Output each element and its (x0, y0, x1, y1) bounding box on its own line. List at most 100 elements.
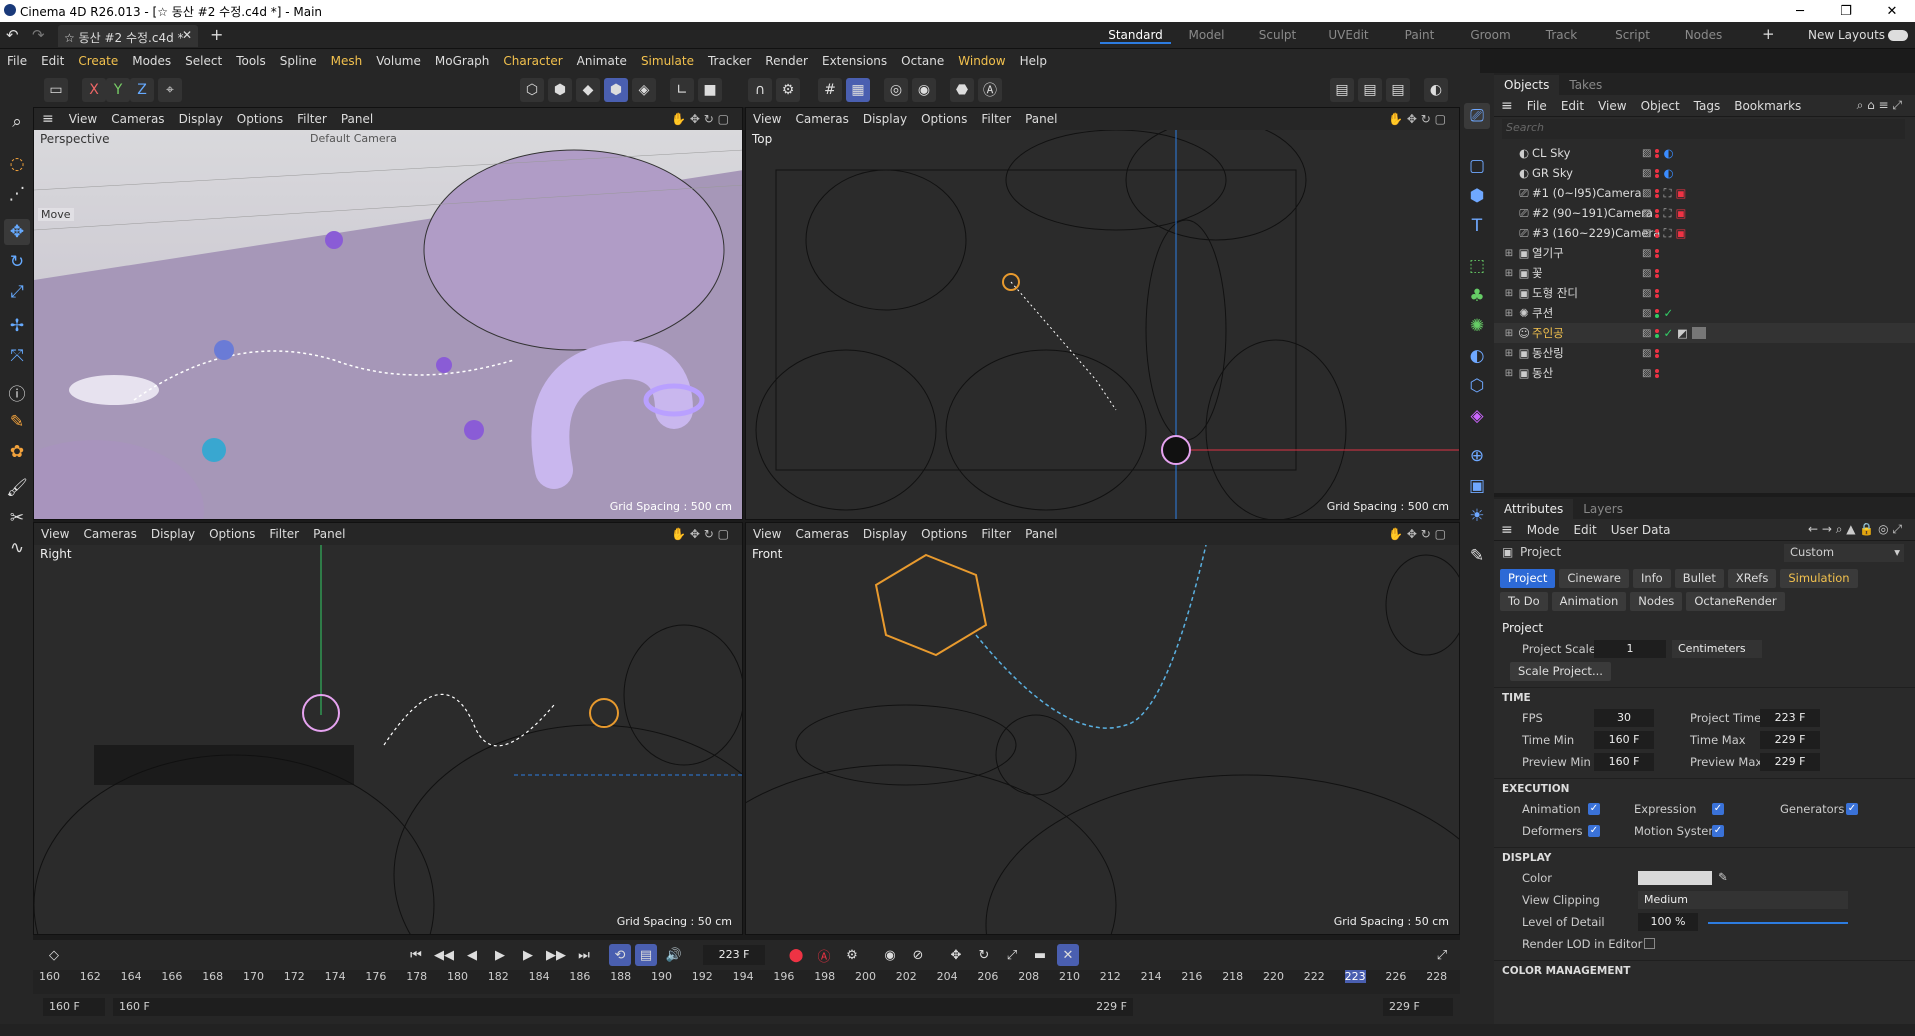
viewport-menu-cameras[interactable]: Cameras (788, 527, 855, 541)
visibility-dots[interactable] (1655, 288, 1660, 298)
axis-mode-icon[interactable]: ∟ (670, 78, 694, 102)
attr-tab-project[interactable]: Project (1500, 569, 1556, 588)
objects-menu-tags[interactable]: Tags (1687, 99, 1728, 113)
layout-tab[interactable]: UVEdit (1313, 26, 1384, 44)
attributes-menu-edit[interactable]: Edit (1566, 523, 1603, 537)
viewport-menu-options[interactable]: Options (202, 527, 262, 541)
layout-tab[interactable]: Paint (1384, 26, 1455, 44)
object-flags[interactable]: ▨ ⛶ ▣ (1642, 186, 1686, 201)
attributes-menu-userdata[interactable]: User Data (1604, 523, 1678, 537)
time-max-field[interactable]: 229 F (1760, 731, 1820, 749)
editor-visibility-dot[interactable] (1655, 188, 1660, 193)
viewport-menu-panel[interactable]: Panel (1018, 527, 1064, 541)
render-visibility-dot[interactable] (1655, 173, 1660, 178)
key-position-icon[interactable]: ✥ (945, 944, 967, 966)
objects-header-icons[interactable]: ⌕ ⌂ ≡ ⤢ (1850, 98, 1909, 113)
color-swatch[interactable] (1638, 871, 1712, 885)
edit-layer-icon[interactable]: ▨ (1642, 308, 1651, 319)
edit-layer-icon[interactable]: ▨ (1642, 348, 1651, 359)
object-row[interactable]: ⊞ ▣ 동산링 ▨ (1494, 343, 1915, 363)
object-row[interactable]: ⊞ ▣ 도형 잔디 ▨ (1494, 283, 1915, 303)
play-icon[interactable]: ▶ (489, 944, 511, 966)
view-clipping-select[interactable]: Medium (1638, 891, 1848, 909)
viewport-menu-panel[interactable]: Panel (1018, 112, 1064, 126)
object-flags[interactable]: ▨ (1642, 348, 1660, 359)
object-flags[interactable]: ▨ ✓ ◩ (1642, 326, 1706, 340)
viewport-menu-options[interactable]: Options (914, 112, 974, 126)
sky-tag-icon[interactable]: ◐ (1663, 146, 1673, 160)
timeline-end-field[interactable]: 229 F (1383, 998, 1453, 1016)
attributes-menu-mode[interactable]: Mode (1520, 523, 1567, 537)
editor-visibility-dot[interactable] (1655, 248, 1660, 253)
layout-tab[interactable]: Sculpt (1242, 26, 1313, 44)
go-to-start-icon[interactable]: ⏮ (405, 944, 427, 966)
scale-project-button[interactable]: Scale Project... (1510, 662, 1611, 681)
object-row[interactable]: ⊞ ☺ 주인공 ▨ ✓ ◩ (1494, 323, 1915, 343)
editor-visibility-dot[interactable] (1655, 308, 1660, 313)
object-row[interactable]: ⊞ ▣ 꽃 ▨ (1494, 263, 1915, 283)
render-settings-icon[interactable]: ▤ (1386, 78, 1410, 102)
move-icon[interactable]: ✥ (4, 219, 30, 245)
menu-extensions[interactable]: Extensions (815, 54, 894, 68)
expand-icon[interactable]: ⊞ (1502, 328, 1516, 339)
check-icon[interactable]: ✓ (1663, 326, 1673, 340)
tab-objects[interactable]: Objects (1494, 75, 1560, 95)
expand-icon[interactable]: ⊞ (1502, 288, 1516, 299)
motion-clip-icon[interactable]: ◉ (879, 944, 901, 966)
attr-tab-cineware[interactable]: Cineware (1559, 569, 1629, 588)
render-visibility-dot[interactable] (1655, 253, 1660, 258)
viewport-menu-icon[interactable]: ≡ (34, 111, 62, 127)
lasso-icon[interactable]: ⓘ (4, 379, 30, 405)
minimize-button[interactable]: ─ (1777, 0, 1823, 22)
object-row[interactable]: ⎚ #1 (0~l95)Camera ▨ ⛶ ▣ (1494, 183, 1915, 203)
menu-edit[interactable]: Edit (34, 54, 71, 68)
render-visibility-dot[interactable] (1655, 273, 1660, 278)
expand-icon[interactable]: ⊞ (1502, 268, 1516, 279)
object-flags[interactable]: ▨ ⛶ ▣ (1642, 206, 1686, 221)
render-visibility-dot[interactable] (1655, 233, 1660, 238)
menu-tracker[interactable]: Tracker (701, 54, 758, 68)
lod-slider-track[interactable] (1708, 922, 1848, 924)
viewport-top[interactable]: View Cameras Display Options Filter Pane… (745, 107, 1460, 520)
attr-tab-todo[interactable]: To Do (1500, 592, 1548, 611)
layout-tab[interactable]: Standard (1100, 26, 1171, 44)
visibility-dots[interactable] (1655, 268, 1660, 278)
menu-animate[interactable]: Animate (570, 54, 634, 68)
viewport-front[interactable]: View Cameras Display Options Filter Pane… (745, 522, 1460, 935)
octane-live-icon[interactable]: ◐ (1424, 78, 1448, 102)
protection-tag-icon[interactable]: ⛶ (1663, 206, 1671, 221)
render-visibility-dot[interactable] (1655, 313, 1660, 318)
visibility-dots[interactable] (1655, 308, 1660, 318)
menu-simulate[interactable]: Simulate (634, 54, 701, 68)
menu-file[interactable]: File (0, 54, 34, 68)
editor-visibility-dot[interactable] (1655, 328, 1660, 333)
visibility-dots[interactable] (1655, 208, 1660, 218)
viewport-menu-filter[interactable]: Filter (974, 527, 1018, 541)
camera-tool-icon[interactable]: ⎚ (1464, 103, 1490, 129)
key-param-icon[interactable]: ▬ (1029, 944, 1051, 966)
project-scale-field[interactable]: 1 (1594, 640, 1666, 658)
object-row[interactable]: ⊞ ▣ 열기구 ▨ (1494, 243, 1915, 263)
viewport-menu-display[interactable]: Display (856, 527, 914, 541)
object-flags[interactable]: ▨ (1642, 268, 1660, 279)
visibility-dots[interactable] (1655, 368, 1660, 378)
texture-mode-icon[interactable]: ■ (698, 78, 722, 102)
viewport-menu-panel[interactable]: Panel (334, 112, 380, 126)
phong-tag-icon[interactable]: ◩ (1677, 326, 1688, 340)
smooth-icon[interactable]: ∿ (4, 535, 30, 561)
menu-spline[interactable]: Spline (273, 54, 324, 68)
camera-tag-icon[interactable]: ▣ (1676, 186, 1687, 200)
visibility-dots[interactable] (1655, 188, 1660, 198)
generators-checkbox[interactable]: ✓ (1846, 803, 1858, 815)
autokey-icon[interactable]: Ⓐ (813, 944, 835, 966)
generator-icon[interactable]: ⬚ (1464, 253, 1490, 279)
attr-tab-xrefs[interactable]: XRefs (1727, 569, 1777, 588)
expand-icon[interactable]: ⊞ (1502, 308, 1516, 319)
attr-tab-info[interactable]: Info (1632, 569, 1671, 588)
viewport-nav-icons[interactable]: ✋ ✥ ↻ ▢ (664, 112, 736, 126)
render-view-icon[interactable]: ▤ (1330, 78, 1354, 102)
expand-icon[interactable]: ⊞ (1502, 348, 1516, 359)
menu-render[interactable]: Render (758, 54, 815, 68)
add-layout-icon[interactable]: + (1762, 25, 1775, 43)
next-frame-icon[interactable]: ▶ (517, 944, 539, 966)
